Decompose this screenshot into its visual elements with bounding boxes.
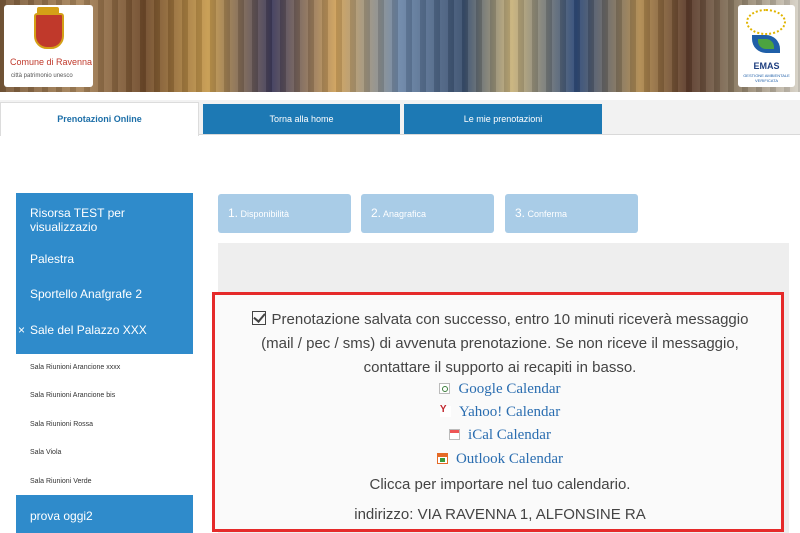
tab-le-mie-prenotazioni[interactable]: Le mie prenotazioni bbox=[404, 104, 602, 134]
outlook-calendar-link[interactable]: Outlook Calendar bbox=[230, 451, 770, 468]
step-conferma[interactable]: 3. Conferma bbox=[505, 194, 638, 233]
confirmation-line-2: (mail / pec / sms) di avvenuta prenotazi… bbox=[261, 335, 739, 352]
emas-logo: EMAS GESTIONE AMBIENTALE VERIFICATA bbox=[738, 5, 795, 87]
eu-stars-icon bbox=[746, 9, 786, 35]
sidebar-item-risorsa-test[interactable]: Risorsa TEST per visualizzazio bbox=[16, 206, 193, 234]
ical-calendar-icon bbox=[449, 429, 461, 440]
crest-icon bbox=[34, 13, 64, 49]
tab-torna-alla-home[interactable]: Torna alla home bbox=[203, 104, 400, 134]
booking-address: indirizzo: VIA RAVENNA 1, ALFONSINE RA bbox=[354, 506, 646, 523]
step-anagrafica[interactable]: 2. Anagrafica bbox=[361, 194, 494, 233]
step-label: Conferma bbox=[527, 209, 568, 219]
sidebar-subitem-verde[interactable]: Sala Riunioni Verde bbox=[16, 478, 193, 485]
ical-calendar-link[interactable]: iCal Calendar bbox=[230, 427, 770, 444]
emas-title: EMAS bbox=[753, 61, 780, 71]
emas-subtitle: GESTIONE AMBIENTALE VERIFICATA bbox=[743, 73, 790, 83]
sidebar-item-label: Sale del Palazzo XXX bbox=[30, 323, 147, 337]
confirmation-line-1: Prenotazione salvata con successo, entro… bbox=[230, 308, 770, 332]
step-disponibilita[interactable]: 1. Disponibilità bbox=[218, 194, 351, 233]
confirmation-message: Prenotazione salvata con successo, entro… bbox=[230, 308, 770, 380]
step-number: 2. bbox=[371, 206, 382, 220]
comune-logo[interactable]: Comune di Ravenna città patrimonio unesc… bbox=[4, 5, 93, 87]
logo-city-name: Comune di Ravenna bbox=[10, 57, 93, 67]
logo-subtitle: città patrimonio unesco bbox=[11, 73, 73, 79]
sidebar-subitem-viola[interactable]: Sala Viola bbox=[16, 449, 193, 456]
sidebar-item-sportello-anagrafe[interactable]: Sportello Anafgrafe 2 bbox=[16, 287, 193, 301]
confirmation-line-3: contattare il supporto ai recapiti in ba… bbox=[363, 359, 637, 376]
checkbox-checked-icon bbox=[251, 311, 266, 325]
google-calendar-link[interactable]: Google Calendar bbox=[230, 381, 770, 398]
step-number: 1. bbox=[228, 206, 239, 220]
tab-prenotazioni-online[interactable]: Prenotazioni Online bbox=[0, 102, 199, 136]
google-calendar-icon bbox=[439, 383, 451, 394]
import-instructions: Clicca per importare nel tuo calendario. bbox=[369, 476, 631, 493]
sidebar-subitem-arancione-xxxx[interactable]: Sala Riunioni Arancione xxxx bbox=[16, 364, 193, 371]
step-label: Disponibilità bbox=[240, 209, 290, 219]
header-mosaic bbox=[0, 0, 800, 92]
emas-leaf-green-icon bbox=[758, 39, 774, 49]
sidebar-item-sale-del-palazzo[interactable]: × Sale del Palazzo XXX bbox=[16, 323, 193, 337]
outlook-calendar-icon bbox=[436, 453, 448, 464]
yahoo-calendar-link[interactable]: Yahoo! Calendar bbox=[230, 404, 770, 421]
sidebar-item-prova-oggi2[interactable]: prova oggi2 bbox=[16, 509, 193, 523]
yahoo-calendar-icon bbox=[439, 404, 451, 417]
step-label: Anagrafica bbox=[383, 209, 427, 219]
collapse-icon: × bbox=[18, 323, 26, 337]
step-number: 3. bbox=[515, 206, 526, 220]
sidebar-item-palestra[interactable]: Palestra bbox=[16, 252, 193, 266]
sidebar-subitem-rossa[interactable]: Sala Riunioni Rossa bbox=[16, 421, 193, 428]
sidebar-subitem-arancione-bis[interactable]: Sala Riunioni Arancione bis bbox=[16, 392, 193, 399]
